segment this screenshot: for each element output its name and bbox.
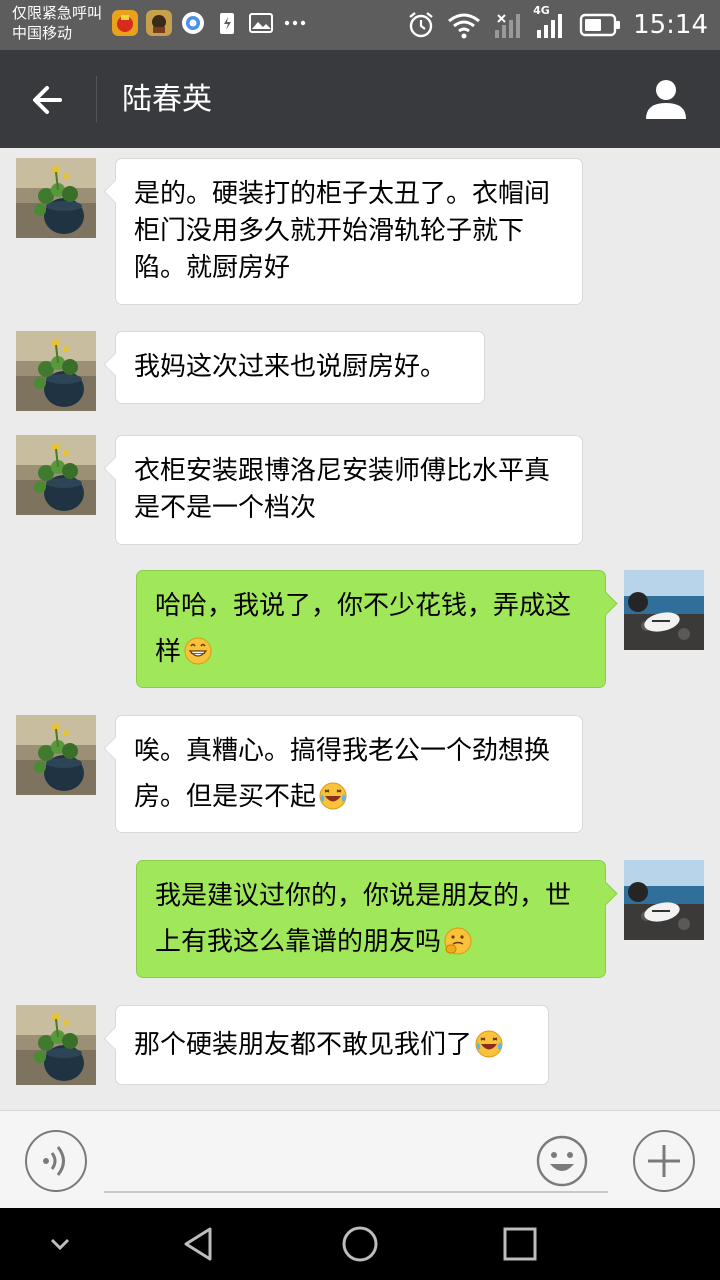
message-text: 那个硬装朋友都不敢见我们了 [134, 1030, 473, 1060]
home-circle-icon[interactable] [340, 1224, 380, 1264]
more-notifications-icon [284, 20, 306, 26]
my-avatar[interactable] [624, 570, 704, 650]
wifi-icon [448, 13, 480, 39]
signal-icon-sim1 [495, 14, 521, 38]
message-text: 我是建议过你的，你说是朋友的，世上有我这么靠谱的朋友吗 [155, 881, 572, 957]
contact-avatar[interactable] [16, 435, 96, 515]
message-text: 哈哈，我说了，你不少花钱，弄成这样 [155, 591, 572, 667]
thinking-emoji-icon [443, 926, 473, 956]
message-bubble-incoming[interactable]: 唉。真糟心。搞得我老公一个劲想换房。但是买不起 [115, 715, 583, 833]
voice-icon[interactable] [24, 1129, 88, 1193]
back-arrow-icon[interactable] [28, 79, 70, 121]
message-text: 是的。硬装打的柜子太丑了。衣帽间柜门没用多久就开始滑轨轮子就下陷。就厨房好 [134, 179, 551, 283]
laugh-cry-emoji-icon [318, 781, 348, 811]
contact-avatar[interactable] [16, 1005, 96, 1085]
message-bubble-incoming[interactable]: 是的。硬装打的柜子太丑了。衣帽间柜门没用多久就开始滑轨轮子就下陷。就厨房好 [115, 158, 583, 305]
plus-icon[interactable] [632, 1129, 696, 1193]
contact-avatar[interactable] [16, 158, 96, 238]
my-avatar[interactable] [624, 860, 704, 940]
contact-name: 陆春英 [122, 82, 212, 117]
laugh-cry-emoji-icon [474, 1029, 504, 1059]
smiley-icon[interactable] [536, 1135, 588, 1187]
battery-saver-icon [220, 13, 234, 34]
carrier-info: 仅限紧急呼叫 中国移动 [12, 3, 102, 43]
signal-4g: 4G [533, 4, 567, 40]
message-bubble-outgoing[interactable]: 我是建议过你的，你说是朋友的，世上有我这么靠谱的朋友吗 [136, 860, 606, 978]
message-list[interactable]: 是的。硬装打的柜子太丑了。衣帽间柜门没用多久就开始滑轨轮子就下陷。就厨房好 我妈… [0, 148, 720, 1110]
app-badge-icon [112, 10, 138, 36]
notification-icons [112, 10, 308, 36]
message-bubble-outgoing[interactable]: 哈哈，我说了，你不少花钱，弄成这样 [136, 570, 606, 688]
recents-square-icon[interactable] [500, 1224, 540, 1264]
message-input[interactable] [104, 1135, 524, 1189]
contact-avatar[interactable] [16, 715, 96, 795]
message-bubble-incoming[interactable]: 那个硬装朋友都不敢见我们了 [115, 1005, 549, 1085]
input-bar [0, 1110, 720, 1208]
status-indicators: 4G 15:14 [407, 4, 708, 42]
message-bubble-incoming[interactable]: 衣柜安装跟博洛尼安装师傅比水平真是不是一个档次 [115, 435, 583, 545]
message-text: 衣柜安装跟博洛尼安装师傅比水平真是不是一个档次 [134, 456, 551, 523]
clock: 15:14 [633, 10, 708, 40]
grin-emoji-icon [183, 636, 213, 666]
header-divider [96, 76, 97, 122]
gallery-icon [249, 13, 273, 33]
browser-app-icon [182, 12, 204, 34]
system-nav-bar [0, 1208, 720, 1280]
alarm-icon [409, 12, 433, 38]
battery-icon [579, 13, 621, 37]
message-bubble-incoming[interactable]: 我妈这次过来也说厨房好。 [115, 331, 485, 404]
carrier-line-1: 仅限紧急呼叫 [12, 4, 103, 22]
chevron-down-icon[interactable] [40, 1224, 80, 1264]
chat-header: 陆春英 [0, 50, 720, 148]
input-underline [104, 1191, 608, 1193]
game-app-icon [146, 10, 172, 36]
status-bar: 仅限紧急呼叫 中国移动 4G 15:14 [0, 0, 720, 50]
person-icon[interactable] [644, 77, 688, 121]
contact-avatar[interactable] [16, 331, 96, 411]
back-triangle-icon[interactable] [180, 1224, 220, 1264]
signal-icon-sim2 [537, 14, 563, 38]
carrier-line-2: 中国移动 [12, 24, 73, 42]
message-text: 我妈这次过来也说厨房好。 [134, 352, 447, 382]
